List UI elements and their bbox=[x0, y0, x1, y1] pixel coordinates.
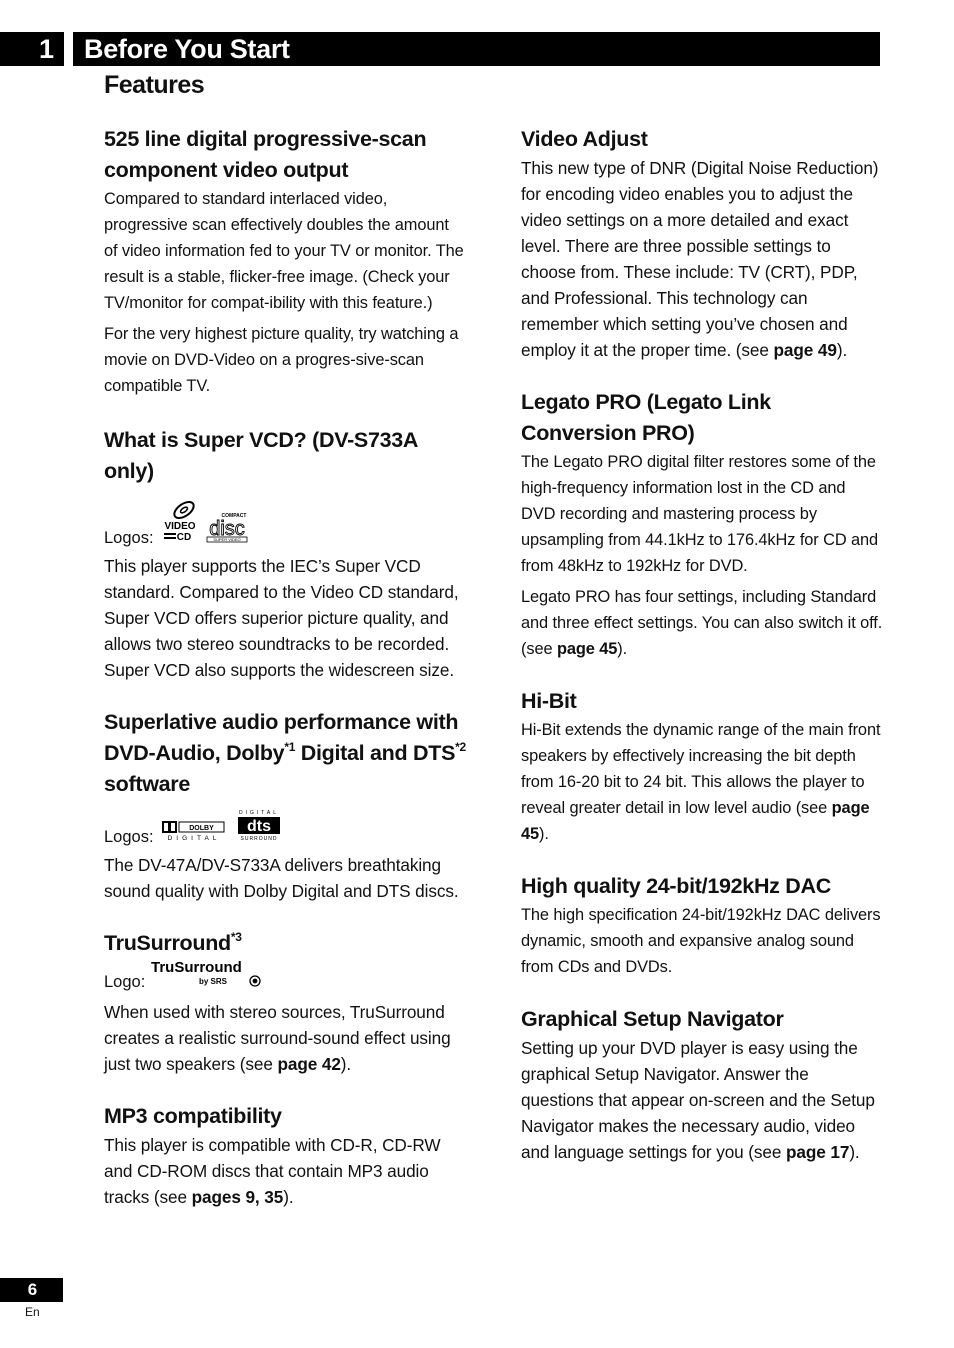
footnote-marker: *2 bbox=[455, 740, 466, 754]
section-heading: MP3 compatibility bbox=[104, 1104, 282, 1128]
section-heading: Legato PRO (Legato Link Conversion PRO) bbox=[521, 390, 771, 445]
trusurround-logo-text: TruSurround bbox=[151, 959, 242, 976]
dolby-text: DOLBY bbox=[189, 825, 214, 832]
page-reference-link[interactable]: page 42 bbox=[277, 1054, 340, 1074]
footnote-marker: *3 bbox=[230, 930, 242, 944]
page-title: Features bbox=[104, 71, 205, 99]
language-code: En bbox=[25, 1305, 40, 1319]
page-reference-link[interactable]: page 17 bbox=[786, 1142, 849, 1162]
logo-label: Logo: bbox=[104, 973, 146, 991]
chapter-title: Before You Start bbox=[73, 32, 880, 66]
section-body: This player supports the IEC’s Super VCD… bbox=[104, 556, 459, 680]
heading-text: Digital and DTS bbox=[295, 741, 456, 765]
footnote-marker: *1 bbox=[284, 740, 296, 754]
section-setup-navigator: Graphical Setup Navigator Setting up you… bbox=[521, 1004, 883, 1165]
section-dac: High quality 24-bit/192kHz DAC The high … bbox=[521, 871, 883, 980]
section-body: Hi-Bit extends the dynamic range of the … bbox=[521, 717, 883, 847]
section-hi-bit: Hi-Bit Hi-Bit extends the dynamic range … bbox=[521, 686, 883, 847]
section-body: This player is compatible with CD-R, CD-… bbox=[104, 1132, 466, 1210]
section-body: For the very highest picture quality, tr… bbox=[104, 325, 459, 395]
section-heading: What is Super VCD? (DV-S733A only) bbox=[104, 428, 418, 483]
body-text: ). bbox=[849, 1142, 860, 1162]
svg-text:SUPER VIDEO: SUPER VIDEO bbox=[213, 537, 240, 542]
svg-text:CD: CD bbox=[176, 532, 190, 543]
section-mp3: MP3 compatibility This player is compati… bbox=[104, 1101, 466, 1210]
section-heading: TruSurround*3 bbox=[104, 928, 466, 959]
section-super-vcd: What is Super VCD? (DV-S733A only) Logos… bbox=[104, 425, 466, 683]
logos-label: Logos: bbox=[104, 529, 154, 547]
logos-row: Logo: TruSurround by SRS bbox=[104, 959, 466, 995]
left-column: 525 line digital progressive-scan compon… bbox=[104, 124, 466, 1210]
dts-bottom-text: SURROUND bbox=[240, 836, 277, 842]
right-column: Video Adjust This new type of DNR (Digit… bbox=[521, 124, 883, 1165]
logos-label: Logos: bbox=[104, 828, 154, 846]
section-body: Compared to standard interlaced video, p… bbox=[104, 190, 464, 312]
body-text: This new type of DNR (Digital Noise Redu… bbox=[521, 158, 879, 360]
logos-row: Logos: DOLBY DIGITAL DIGITAL dts SURROUN… bbox=[104, 808, 466, 850]
section-trusurround: TruSurround*3 Logo: TruSurround by SRS W… bbox=[104, 928, 466, 1077]
section-heading: Superlative audio performance with DVD-A… bbox=[104, 707, 466, 800]
section-heading: High quality 24-bit/192kHz DAC bbox=[521, 874, 831, 898]
section-heading: 525 line digital progressive-scan compon… bbox=[104, 127, 427, 182]
video-cd-logo: VIDEO CD bbox=[162, 497, 198, 551]
section-video-adjust: Video Adjust This new type of DNR (Digit… bbox=[521, 124, 883, 363]
section-legato-pro: Legato PRO (Legato Link Conversion PRO) … bbox=[521, 387, 883, 662]
dts-top-text: DIGITAL bbox=[239, 810, 279, 816]
dolby-subtext: DIGITAL bbox=[167, 835, 220, 842]
page-reference-link[interactable]: page 45 bbox=[557, 640, 617, 658]
svg-text:VIDEO: VIDEO bbox=[164, 521, 195, 532]
body-text: ). bbox=[340, 1054, 352, 1074]
heading-text: TruSurround bbox=[104, 931, 231, 955]
page-reference-link[interactable]: page 49 bbox=[774, 340, 837, 360]
dolby-digital-logo: DOLBY DIGITAL bbox=[161, 820, 226, 850]
heading-text: software bbox=[104, 772, 191, 796]
section-body: The DV-47A/DV-S733A delivers breathtakin… bbox=[104, 855, 459, 901]
chapter-number: 1 bbox=[0, 32, 64, 66]
section-body: When used with stereo sources, TruSurrou… bbox=[104, 999, 466, 1077]
section-heading: Graphical Setup Navigator bbox=[521, 1007, 784, 1031]
dts-digital-surround-logo: DIGITAL dts SURROUND bbox=[236, 808, 282, 850]
dts-mid-text: dts bbox=[247, 818, 271, 835]
section-body: The high specification 24-bit/192kHz DAC… bbox=[521, 906, 881, 976]
section-body: This new type of DNR (Digital Noise Redu… bbox=[521, 155, 883, 363]
body-text: ). bbox=[283, 1187, 294, 1207]
logos-row: Logos: VIDEO CD COMPACT disc SUPER VIDEO bbox=[104, 497, 466, 551]
section-body: Legato PRO has four settings, including … bbox=[521, 584, 883, 662]
body-text: ). bbox=[617, 640, 628, 658]
body-text: ). bbox=[836, 340, 848, 360]
page-reference-link[interactable]: pages 9, 35 bbox=[192, 1187, 284, 1207]
body-text: Hi-Bit extends the dynamic range of the … bbox=[521, 721, 881, 817]
section-body: The Legato PRO digital filter restores s… bbox=[521, 453, 879, 575]
body-text: ). bbox=[539, 825, 549, 843]
srs-logo-text: by SRS bbox=[199, 977, 228, 986]
section-audio-performance: Superlative audio performance with DVD-A… bbox=[104, 707, 466, 904]
trusurround-logo: TruSurround by SRS bbox=[151, 959, 269, 995]
section-body: Setting up your DVD player is easy using… bbox=[521, 1035, 883, 1165]
section-heading: Hi-Bit bbox=[521, 689, 577, 713]
section-heading: Video Adjust bbox=[521, 127, 648, 151]
compact-disc-super-video-logo: COMPACT disc SUPER VIDEO bbox=[206, 511, 248, 551]
page-number: 6 bbox=[0, 1278, 63, 1302]
section-progressive-scan: 525 line digital progressive-scan compon… bbox=[104, 124, 466, 399]
